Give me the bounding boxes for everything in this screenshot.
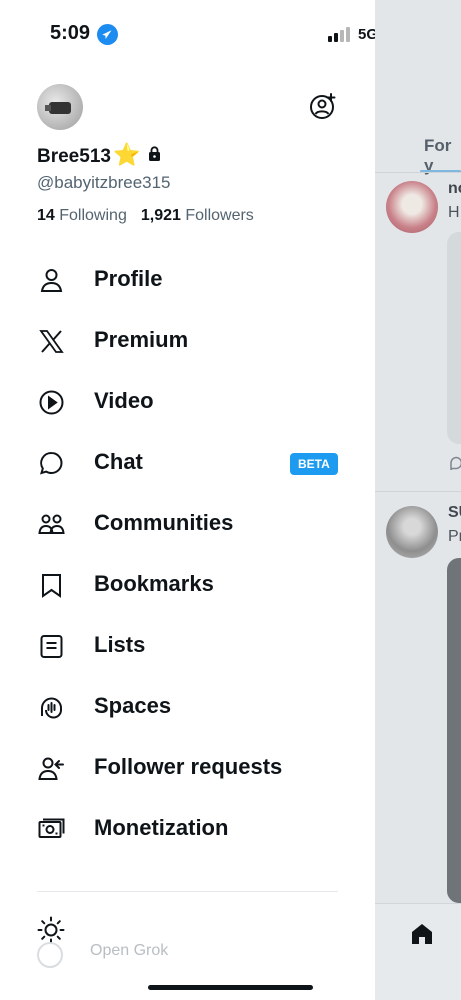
bottom-tab-bar <box>375 903 461 1000</box>
timeline-divider <box>375 491 461 492</box>
following-link[interactable]: 14 Following <box>37 207 127 224</box>
menu-label: Premium <box>94 327 189 352</box>
display-name-text: Bree513 <box>37 146 111 167</box>
sun-icon[interactable] <box>37 916 65 944</box>
menu-label: Follower requests <box>94 754 283 779</box>
menu-label: Spaces <box>94 693 172 718</box>
reply-icon <box>450 456 461 470</box>
bookmark-icon <box>42 574 61 598</box>
post-media <box>447 558 461 903</box>
post-text: H <box>448 204 460 221</box>
x-logo-icon <box>39 330 64 353</box>
menu-label: Chat <box>94 449 143 474</box>
avatar[interactable] <box>37 84 83 130</box>
grok-icon <box>37 942 63 968</box>
menu-item-chat[interactable]: Chat BETA <box>0 433 375 494</box>
money-icon <box>38 818 65 838</box>
menu-item-lists[interactable]: Lists <box>0 616 375 677</box>
status-time: 5:09 <box>50 22 91 44</box>
menu-item-spaces[interactable]: Spaces <box>0 677 375 738</box>
communities-icon <box>38 514 65 534</box>
play-icon <box>39 390 64 415</box>
location-arrow-icon <box>97 24 118 45</box>
add-account-icon[interactable] <box>309 92 337 120</box>
star-emoji: ⭐ <box>112 142 141 167</box>
menu-label: Monetization <box>94 815 229 840</box>
user-handle[interactable]: @babyitzbree315 <box>37 173 171 193</box>
display-name[interactable]: Bree513⭐ <box>37 142 161 168</box>
dimmed-timeline[interactable]: For y no H SU Pr <box>375 0 461 1000</box>
menu-item-bookmarks[interactable]: Bookmarks <box>0 555 375 616</box>
menu-label: Communities <box>94 510 234 535</box>
ghost-menu-label: Open Grok <box>90 942 169 959</box>
post-avatar <box>386 181 438 233</box>
home-icon[interactable] <box>410 922 434 946</box>
person-icon <box>40 269 63 292</box>
menu-item-video[interactable]: Video <box>0 372 375 433</box>
lock-icon <box>149 146 161 161</box>
signal-icon <box>328 27 350 42</box>
post-text: Pr <box>448 528 461 545</box>
side-drawer: Bree513⭐ @babyitzbree315 14 Following 1,9… <box>0 66 375 1000</box>
menu-label: Video <box>94 388 154 413</box>
menu-label: Lists <box>94 632 146 657</box>
post-author: SU <box>448 504 461 521</box>
menu-item-monetization[interactable]: Monetization <box>0 799 375 860</box>
menu-label: Bookmarks <box>94 571 214 596</box>
list-icon <box>40 635 63 658</box>
home-indicator <box>148 985 313 990</box>
menu-label: Profile <box>94 266 163 291</box>
timeline-divider <box>375 172 461 173</box>
menu-item-premium[interactable]: Premium <box>0 311 375 372</box>
spaces-icon <box>41 697 62 719</box>
post-media <box>447 232 461 444</box>
beta-badge: BETA <box>290 453 338 475</box>
post-avatar <box>386 506 438 558</box>
menu-item-communities[interactable]: Communities <box>0 494 375 555</box>
chat-bubble-icon <box>40 451 63 475</box>
drawer-menu: Profile Premium Video Chat BETA Communit… <box>0 250 375 860</box>
followers-link[interactable]: 1,921 Followers <box>141 207 254 224</box>
menu-divider <box>37 891 338 892</box>
menu-item-follower-requests[interactable]: Follower requests <box>0 738 375 799</box>
menu-item-profile[interactable]: Profile <box>0 250 375 311</box>
follow-stats: 14 Following 1,921 Followers <box>37 207 254 225</box>
post-author: no <box>448 180 461 197</box>
follower-request-icon <box>38 757 64 780</box>
